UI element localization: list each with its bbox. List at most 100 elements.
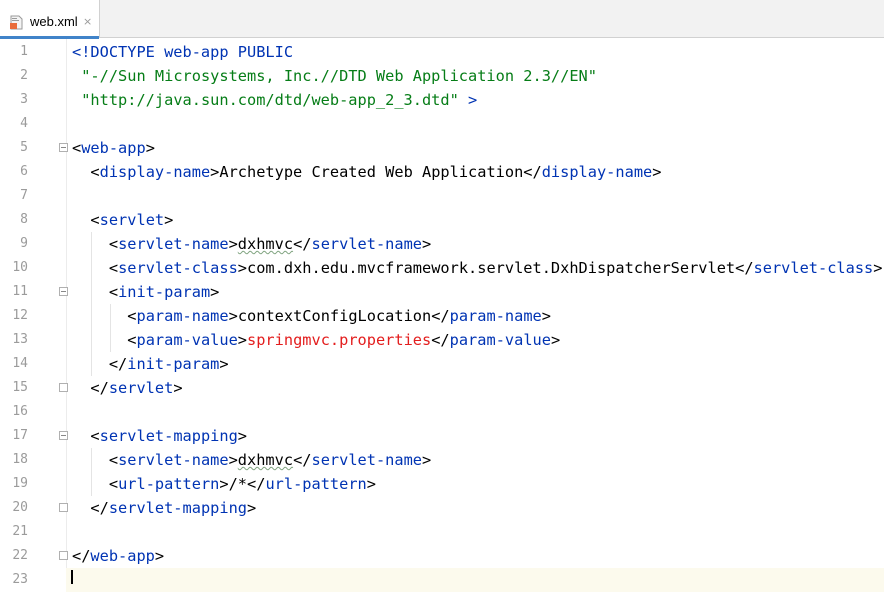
tag-bracket: > bbox=[228, 235, 238, 253]
code-line: <servlet-mapping> bbox=[72, 424, 884, 448]
line-number: 16 bbox=[12, 404, 28, 419]
line-number: 6 bbox=[20, 164, 28, 179]
line-number: 12 bbox=[12, 308, 28, 323]
line-number: 18 bbox=[12, 452, 28, 467]
tag-bracket: </ bbox=[72, 547, 91, 565]
line-number: 11 bbox=[12, 284, 28, 299]
tag-bracket: > bbox=[541, 307, 551, 325]
code-line: <display-name>Archetype Created Web Appl… bbox=[72, 160, 884, 184]
tag-name: param-value bbox=[136, 331, 238, 349]
tag-bracket: > bbox=[366, 475, 376, 493]
line-number: 20 bbox=[12, 500, 28, 515]
tag-bracket: > bbox=[237, 331, 248, 349]
tag-bracket: < bbox=[90, 163, 100, 181]
code-line: <servlet-name>dxhmvc</servlet-name> bbox=[72, 232, 884, 256]
tag-bracket: </ bbox=[247, 475, 266, 493]
tag-bracket: </ bbox=[523, 163, 542, 181]
text-value: /* bbox=[228, 475, 248, 493]
doctype-decl: <!DOCTYPE web-app PUBLIC bbox=[72, 43, 294, 61]
tag-bracket: </ bbox=[431, 307, 450, 325]
code-line: <url-pattern>/*</url-pattern> bbox=[72, 472, 884, 496]
tag-name: url-pattern bbox=[118, 475, 220, 493]
tag-name: init-param bbox=[118, 283, 211, 301]
tag-bracket: < bbox=[108, 235, 119, 253]
tag-bracket: < bbox=[108, 451, 119, 469]
line-number: 23 bbox=[12, 572, 28, 587]
tag-bracket: < bbox=[108, 475, 119, 493]
tag-name: servlet-mapping bbox=[99, 427, 238, 445]
tag-bracket: < bbox=[90, 427, 100, 445]
tag-bracket: < bbox=[72, 139, 82, 157]
tag-bracket: </ bbox=[293, 235, 312, 253]
tag-bracket: > bbox=[652, 163, 662, 181]
public-id-string: "-//Sun Microsystems, Inc.//DTD Web Appl… bbox=[81, 67, 597, 85]
xml-file-icon bbox=[10, 15, 23, 30]
tag-bracket: > bbox=[873, 259, 883, 277]
tag-bracket: > bbox=[228, 307, 238, 325]
line-number: 21 bbox=[12, 524, 28, 539]
text-value: Archetype Created Web Application bbox=[219, 163, 524, 181]
text-value: com.dxh.edu.mvcframework.servlet.DxhDisp… bbox=[247, 259, 736, 277]
tag-bracket: > bbox=[154, 547, 165, 565]
code-line: <web-app> bbox=[72, 136, 884, 160]
code-line: </servlet> bbox=[72, 376, 884, 400]
line-number: 5 bbox=[20, 140, 28, 155]
editor-tab-bar: web.xml × bbox=[0, 0, 884, 39]
code-line: <!DOCTYPE web-app PUBLIC bbox=[72, 40, 884, 64]
code-line: </servlet-mapping> bbox=[72, 496, 884, 520]
tag-name: init-param bbox=[127, 355, 220, 373]
tag-name: servlet-name bbox=[311, 451, 422, 469]
tab-web-xml[interactable]: web.xml × bbox=[0, 0, 100, 39]
tag-bracket: > bbox=[237, 259, 248, 277]
fold-icon[interactable] bbox=[59, 143, 68, 152]
tag-bracket: > bbox=[210, 163, 220, 181]
code-editor[interactable]: <!DOCTYPE web-app PUBLIC "-//Sun Microsy… bbox=[66, 40, 884, 592]
tag-name: servlet-class bbox=[753, 259, 874, 277]
tag-name: web-app bbox=[90, 547, 155, 565]
tag-bracket: > bbox=[422, 451, 432, 469]
line-number: 2 bbox=[20, 68, 28, 83]
tag-bracket: < bbox=[108, 259, 119, 277]
code-line: "http://java.sun.com/dtd/web-app_2_3.dtd… bbox=[72, 88, 884, 112]
fold-end-icon[interactable] bbox=[59, 551, 68, 560]
fold-icon[interactable] bbox=[59, 287, 68, 296]
close-icon[interactable]: × bbox=[83, 14, 92, 30]
line-number: 22 bbox=[12, 548, 28, 563]
tag-bracket: < bbox=[108, 283, 119, 301]
tag-bracket: > bbox=[210, 283, 220, 301]
fold-end-icon[interactable] bbox=[59, 383, 68, 392]
tag-name: servlet-class bbox=[118, 259, 238, 277]
tag-bracket: > bbox=[219, 355, 229, 373]
tag-bracket: > bbox=[237, 427, 248, 445]
tag-name: servlet-name bbox=[118, 235, 229, 253]
current-line[interactable] bbox=[66, 568, 884, 592]
fold-end-icon[interactable] bbox=[59, 503, 68, 512]
tag-bracket: > bbox=[219, 475, 229, 493]
tag-name: display-name bbox=[99, 163, 211, 181]
code-line: <init-param> bbox=[72, 280, 884, 304]
tag-bracket: > bbox=[173, 379, 183, 397]
tag-name: servlet bbox=[108, 379, 174, 397]
tag-bracket: > bbox=[228, 451, 238, 469]
tag-name: param-value bbox=[449, 331, 551, 349]
tag-name: url-pattern bbox=[265, 475, 367, 493]
tag-bracket: </ bbox=[108, 355, 128, 373]
code-line: <servlet> bbox=[72, 208, 884, 232]
tag-bracket: </ bbox=[431, 331, 450, 349]
tag-bracket: > bbox=[145, 139, 155, 157]
tag-name: display-name bbox=[541, 163, 653, 181]
system-id-string: "http://java.sun.com/dtd/web-app_2_3.dtd… bbox=[81, 91, 459, 109]
code-line: "-//Sun Microsystems, Inc.//DTD Web Appl… bbox=[72, 64, 884, 88]
line-numbers: 1 2 3 4 5 6 7 8 9 10 11 12 13 14 15 16 1… bbox=[0, 40, 28, 592]
line-number: 19 bbox=[12, 476, 28, 491]
fold-icon[interactable] bbox=[59, 431, 68, 440]
tag-name: servlet-name bbox=[118, 451, 229, 469]
doctype-close: > bbox=[458, 91, 478, 109]
text-value-error: springmvc.properties bbox=[247, 331, 432, 349]
code-line: </web-app> bbox=[72, 544, 884, 568]
text-value: dxhmvc bbox=[237, 451, 294, 469]
tag-name: param-name bbox=[449, 307, 542, 325]
tag-name: servlet-mapping bbox=[108, 499, 247, 517]
